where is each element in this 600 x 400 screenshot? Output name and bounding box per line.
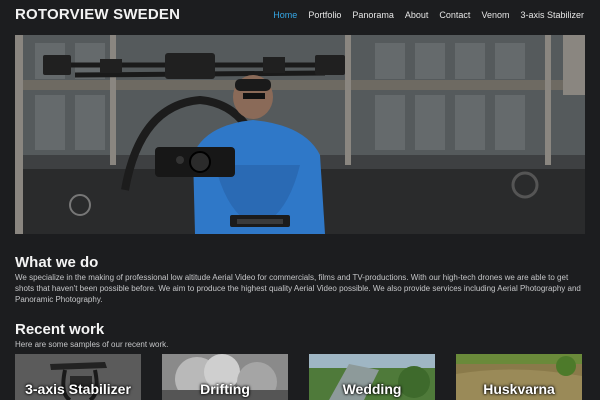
recent-work-heading: Recent work [15, 321, 105, 338]
nav-panorama[interactable]: Panorama [352, 10, 394, 20]
recent-work-gallery: 3-axis Stabilizer Drifting Wedding Huskv… [15, 354, 585, 400]
hero-image [15, 35, 585, 234]
work-item-3-axis-stabilizer[interactable]: 3-axis Stabilizer [15, 354, 141, 400]
nav-venom[interactable]: Venom [481, 10, 509, 20]
work-item-drifting[interactable]: Drifting [162, 354, 288, 400]
work-item-wedding[interactable]: Wedding [309, 354, 435, 400]
main-nav: Home Portfolio Panorama About Contact Ve… [273, 10, 584, 20]
what-we-do-text: We specialize in the making of professio… [15, 273, 581, 304]
work-item-label: Huskvarna [483, 381, 555, 397]
site-header: ROTORVIEW SWEDEN Home Portfolio Panorama… [0, 0, 600, 34]
nav-home[interactable]: Home [273, 10, 297, 20]
work-item-label: Wedding [342, 381, 402, 397]
nav-portfolio[interactable]: Portfolio [308, 10, 341, 20]
work-item-huskvarna[interactable]: Huskvarna [456, 354, 582, 400]
site-logo[interactable]: ROTORVIEW SWEDEN [15, 6, 180, 23]
nav-3-axis-stabilizer[interactable]: 3-axis Stabilizer [520, 10, 584, 20]
what-we-do-heading: What we do [15, 254, 99, 271]
recent-work-subtitle: Here are some samples of our recent work… [15, 340, 169, 349]
work-item-label: Drifting [200, 381, 250, 397]
work-item-label: 3-axis Stabilizer [25, 381, 131, 397]
drone-operator-photo [15, 35, 585, 234]
nav-about[interactable]: About [405, 10, 429, 20]
nav-contact[interactable]: Contact [439, 10, 470, 20]
